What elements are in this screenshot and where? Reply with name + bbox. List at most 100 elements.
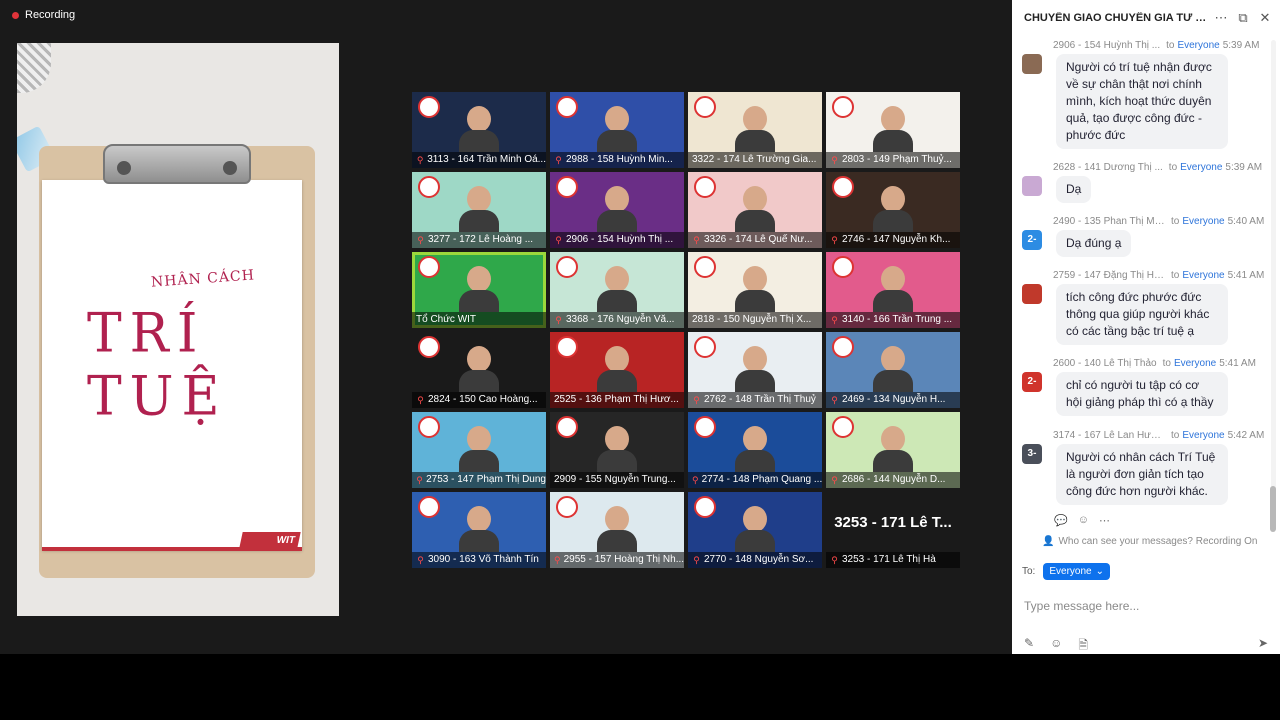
person-body bbox=[597, 210, 637, 232]
participant-tile[interactable]: ⚲ 2803 - 149 Phạm Thuỷ... bbox=[826, 92, 960, 168]
person-body bbox=[459, 210, 499, 232]
participant-video bbox=[735, 346, 775, 394]
participant-name: 2909 - 155 Nguyễn Trung... bbox=[554, 474, 676, 485]
sender-name: 2490 - 135 Phan Thị Mỹ... bbox=[1053, 216, 1165, 227]
participant-tile[interactable]: ⚲ 3140 - 166 Trần Trung ... bbox=[826, 252, 960, 328]
participant-video bbox=[735, 506, 775, 554]
participant-name: 3277 - 172 Lê Hoàng ... bbox=[428, 234, 534, 245]
participant-caption: ⚲ 2770 - 148 Nguyễn Sơ... bbox=[688, 552, 822, 568]
participant-tile[interactable]: 2525 - 136 Phạm Thị Hươ... bbox=[550, 332, 684, 408]
sender-name: 2600 - 140 Lê Thị Thảo bbox=[1053, 358, 1157, 369]
participant-tile[interactable]: ⚲ 2686 - 144 Nguyễn D... bbox=[826, 412, 960, 488]
person-body bbox=[873, 130, 913, 152]
more-horizontal-icon[interactable]: ⋯ bbox=[1210, 10, 1232, 26]
chat-scrollbar-track[interactable] bbox=[1271, 40, 1276, 530]
reply-icon[interactable]: 💬 bbox=[1054, 514, 1068, 527]
person-body bbox=[597, 370, 637, 392]
participant-caption: ⚲ 2803 - 149 Phạm Thuỷ... bbox=[826, 152, 960, 168]
participant-tile[interactable]: ⚲ 2770 - 148 Nguyễn Sơ... bbox=[688, 492, 822, 568]
to-word: to bbox=[1162, 358, 1171, 369]
participant-tile[interactable]: ⚲ 3326 - 174 Lê Quế Nư... bbox=[688, 172, 822, 248]
participant-name: 2955 - 157 Hoàng Thị Nh... bbox=[563, 554, 684, 565]
participant-tile[interactable]: 2909 - 155 Nguyễn Trung... bbox=[550, 412, 684, 488]
person-body bbox=[873, 210, 913, 232]
participant-tile[interactable]: ⚲ 2906 - 154 Huỳnh Thị ... bbox=[550, 172, 684, 248]
avatar bbox=[1022, 284, 1042, 304]
person-head bbox=[881, 346, 905, 372]
logo-badge-icon bbox=[832, 336, 854, 358]
participant-tile[interactable]: ⚲ 3277 - 172 Lê Hoàng ... bbox=[412, 172, 546, 248]
participant-caption: 2525 - 136 Phạm Thị Hươ... bbox=[550, 392, 684, 408]
muted-mic-icon: ⚲ bbox=[417, 395, 424, 405]
person-head bbox=[881, 186, 905, 212]
person-body bbox=[459, 290, 499, 312]
participant-video bbox=[597, 426, 637, 474]
participant-tile[interactable]: ⚲ 3368 - 176 Nguyễn Vă... bbox=[550, 252, 684, 328]
message-time: 5:39 AM bbox=[1222, 40, 1260, 51]
who-can-see-note[interactable]: 👤 Who can see your messages? Recording O… bbox=[1042, 536, 1257, 547]
clip-rivet-right bbox=[223, 161, 237, 175]
participant-tile[interactable]: 2818 - 150 Nguyễn Thị X... bbox=[688, 252, 822, 328]
message-meta: 2628 - 141 Dương Thị ... to Everyone 5:39 A… bbox=[1053, 162, 1269, 173]
message-meta: 2906 - 154 Huỳnh Thị ... to Everyone 5:39 A… bbox=[1053, 40, 1269, 51]
participant-name-display: 3253 - 171 Lê T... bbox=[834, 514, 952, 531]
person-body bbox=[735, 210, 775, 232]
participant-tile[interactable]: 3322 - 174 Lê Trường Gia... bbox=[688, 92, 822, 168]
participant-tile[interactable]: Tổ Chức WIT bbox=[412, 252, 546, 328]
recipient-name: Everyone bbox=[1182, 430, 1225, 441]
participant-tile[interactable]: ⚲ 2746 - 147 Nguyễn Kh... bbox=[826, 172, 960, 248]
participant-tile[interactable]: ⚲ 2753 - 147 Phạm Thị Dung bbox=[412, 412, 546, 488]
person-head bbox=[467, 186, 491, 212]
person-head bbox=[605, 106, 629, 132]
message-bubble: Dạ bbox=[1056, 176, 1092, 203]
muted-mic-icon: ⚲ bbox=[831, 155, 838, 165]
participant-caption: ⚲ 2746 - 147 Nguyễn Kh... bbox=[826, 232, 960, 248]
participant-tile[interactable]: ⚲ 3113 - 164 Trần Minh Oá... bbox=[412, 92, 546, 168]
participant-caption: ⚲ 3277 - 172 Lê Hoàng ... bbox=[412, 232, 546, 248]
participant-caption: ⚲ 3253 - 171 Lê Thị Hà bbox=[826, 552, 960, 568]
logo-badge-icon bbox=[694, 416, 716, 438]
logo-badge-icon bbox=[556, 96, 578, 118]
avatar: 3- bbox=[1022, 444, 1042, 464]
muted-mic-icon: ⚲ bbox=[555, 235, 562, 245]
participant-tile[interactable]: ⚲ 2955 - 157 Hoàng Thị Nh... bbox=[550, 492, 684, 568]
muted-mic-icon: ⚲ bbox=[831, 475, 838, 485]
muted-mic-icon: ⚲ bbox=[831, 235, 838, 245]
avatar bbox=[1022, 54, 1042, 74]
recording-indicator[interactable]: Recording bbox=[12, 9, 75, 21]
participant-tile[interactable]: ⚲ 2762 - 148 Trần Thị Thuỷ bbox=[688, 332, 822, 408]
logo-badge-icon bbox=[832, 96, 854, 118]
avatar bbox=[1022, 176, 1042, 196]
participant-tile[interactable]: ⚲ 2469 - 134 Nguyễn H... bbox=[826, 332, 960, 408]
recipient-row: To: Everyone ⌄ bbox=[1022, 563, 1110, 580]
participant-tile[interactable]: ⚲ 2824 - 150 Cao Hoàng... bbox=[412, 332, 546, 408]
sender-name: 2759 - 147 Đặng Thị Hoà bbox=[1053, 270, 1165, 281]
participant-caption: ⚲ 2762 - 148 Trần Thị Thuỷ bbox=[688, 392, 822, 408]
person-body bbox=[735, 290, 775, 312]
popout-icon[interactable]: ⧉ bbox=[1232, 10, 1254, 26]
to-word: to bbox=[1171, 270, 1180, 281]
participant-caption: ⚲ 2469 - 134 Nguyễn H... bbox=[826, 392, 960, 408]
participant-name: Tổ Chức WIT bbox=[416, 314, 477, 325]
message-time: 5:39 AM bbox=[1225, 162, 1263, 173]
participant-tile[interactable]: ⚲ 2988 - 158 Huỳnh Min... bbox=[550, 92, 684, 168]
sender-name: 2906 - 154 Huỳnh Thị ... bbox=[1053, 40, 1161, 51]
message-input[interactable] bbox=[1024, 586, 1264, 626]
participant-tile[interactable]: ⚲ 3090 - 163 Võ Thành Tín bbox=[412, 492, 546, 568]
close-icon[interactable]: ✕ bbox=[1254, 10, 1276, 26]
participant-caption: ⚲ 2906 - 154 Huỳnh Thị ... bbox=[550, 232, 684, 248]
chat-message-list[interactable]: 2906 - 154 Huỳnh Thị ... to Everyone 5:39 A… bbox=[1012, 36, 1280, 532]
participant-tile[interactable]: 3253 - 171 Lê T... ⚲ 3253 - 171 Lê Thị Hà bbox=[826, 492, 960, 568]
more-actions-icon[interactable]: ⋯ bbox=[1099, 514, 1110, 527]
recipient-dropdown[interactable]: Everyone ⌄ bbox=[1043, 563, 1110, 580]
person-body bbox=[873, 450, 913, 472]
logo-badge-icon bbox=[556, 416, 578, 438]
participant-name: 2906 - 154 Huỳnh Thị ... bbox=[566, 234, 674, 245]
participant-caption: ⚲ 2753 - 147 Phạm Thị Dung bbox=[412, 472, 546, 488]
participant-caption: 2909 - 155 Nguyễn Trung... bbox=[550, 472, 684, 488]
emoji-react-icon[interactable]: ☺ bbox=[1078, 514, 1089, 527]
chat-scrollbar-thumb[interactable] bbox=[1270, 486, 1276, 532]
participant-video bbox=[873, 346, 913, 394]
participant-tile[interactable]: ⚲ 2774 - 148 Phạm Quang ... bbox=[688, 412, 822, 488]
person-body bbox=[597, 290, 637, 312]
